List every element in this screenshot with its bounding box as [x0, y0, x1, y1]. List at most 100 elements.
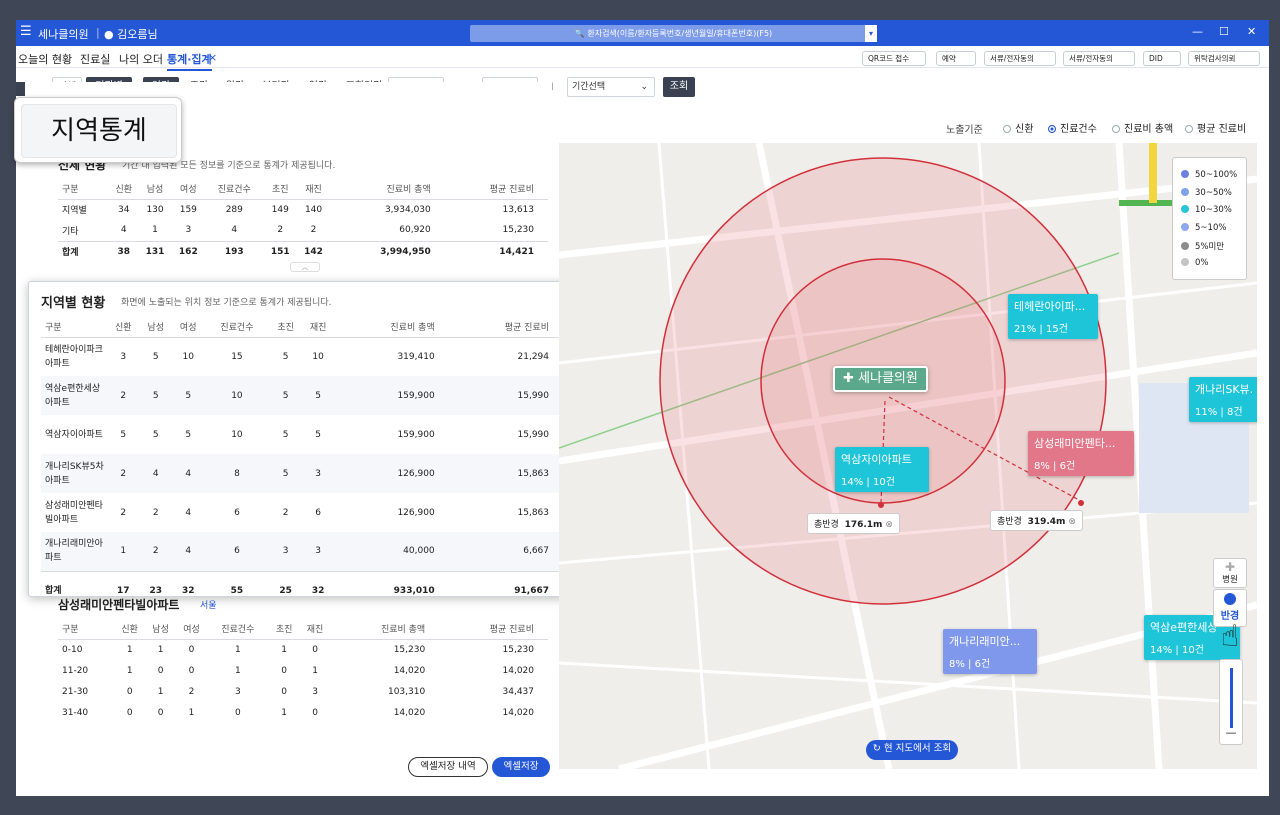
- overall-table: 구분 신환 남성 여성 진료건수 초진 재진 진료비 총액 평균 진료비 지역별 34 130 159 2…: [58, 178, 548, 262]
- table-cell: 2: [310, 225, 317, 236]
- map-view[interactable]: ✚ 세나클의원 테헤란아이파...21% | 15건 개나리SK뷰...11% …: [559, 143, 1257, 769]
- table-cell: 25: [269, 570, 302, 610]
- table-cell: 6,667: [523, 546, 549, 557]
- tag-tehran[interactable]: 테헤란아이파... 21% | 15건: [1008, 294, 1098, 339]
- outsource-test-button[interactable]: 위탁검사의뢰: [1188, 51, 1260, 66]
- table-cell: 5: [315, 390, 322, 401]
- table-cell: 1: [120, 546, 127, 557]
- table-cell: 3: [234, 686, 241, 697]
- table-cell: 91,667: [448, 570, 563, 610]
- patient-search-input[interactable]: 🔍 환자검색(이름/환자등록번호/생년월일/휴대폰번호)(F5) ▾: [470, 25, 877, 42]
- table-cell: 149: [271, 204, 289, 215]
- did-button[interactable]: DID: [1143, 51, 1181, 66]
- table-cell: 2: [282, 507, 289, 518]
- tag-gaenari-raemian[interactable]: 개나리래미안... 8% | 6건: [943, 629, 1037, 674]
- close-icon[interactable]: ⊗: [1068, 517, 1076, 527]
- menu-statistics[interactable]: 통계·집계: [167, 51, 212, 71]
- close-icon[interactable]: ⊗: [885, 520, 893, 530]
- table-cell: 10: [312, 351, 324, 362]
- column-header: 신환: [114, 618, 146, 640]
- sum-row: 합계 38 131 162 193 151 142 3,994,950 14,421: [58, 240, 548, 262]
- table-cell: 5: [282, 468, 289, 479]
- table-cell: 2: [152, 546, 159, 557]
- plus-icon: ✚: [843, 371, 854, 386]
- table-cell: 4: [185, 468, 192, 479]
- column-header: 남성: [138, 178, 172, 200]
- table-row: 개나리SK뷰5차아파트 2 4 4 8 5 3 126,900 15,863: [41, 454, 563, 493]
- radio-icon: [1003, 125, 1011, 133]
- table-cell: 1: [126, 644, 133, 655]
- search-button[interactable]: 조회: [663, 77, 695, 97]
- table-cell: 13,613: [502, 204, 535, 215]
- search-current-map-button[interactable]: ↻ 현 지도에서 조회: [866, 740, 958, 760]
- tag-samsung-raemian[interactable]: 삼성래미안펜타... 8% | 6건: [1028, 431, 1134, 476]
- maximize-button[interactable]: ☐: [1219, 25, 1229, 38]
- user-name[interactable]: ● 김오름님: [104, 26, 158, 42]
- collapse-icon[interactable]: ︿: [290, 262, 320, 272]
- menu-my-order[interactable]: 나의 오더: [119, 51, 163, 67]
- qr-checkin-button[interactable]: QR코드 접수: [862, 51, 926, 66]
- menu-today[interactable]: 오늘의 현황: [18, 51, 72, 67]
- table-cell: 142: [296, 240, 331, 262]
- legend-item: 50~100%: [1181, 170, 1237, 180]
- radio-new[interactable]: 신환: [1003, 120, 1033, 135]
- table-cell: 5: [282, 390, 289, 401]
- chevron-down-icon[interactable]: ▾: [865, 25, 877, 42]
- table-cell: 0: [157, 707, 164, 718]
- tag-yeoksam-xi[interactable]: 역삼자이아파트 14% | 10건: [835, 447, 929, 492]
- hospital-control-button[interactable]: ✚ 병원: [1213, 558, 1247, 588]
- zoom-slider[interactable]: —: [1219, 659, 1243, 745]
- column-header: 진료건수: [204, 316, 270, 338]
- zoom-out-button[interactable]: —: [1220, 726, 1242, 739]
- close-button[interactable]: ✕: [1247, 25, 1256, 38]
- table-row: 0-10 1 1 0 1 1 0 15,230 15,230: [58, 639, 548, 660]
- table-cell: 0: [126, 707, 133, 718]
- table-cell: 3: [315, 546, 322, 557]
- reservation-button[interactable]: 예약: [936, 51, 976, 66]
- menu-clinic[interactable]: 진료실: [80, 51, 110, 67]
- table-cell: 32: [171, 570, 205, 610]
- table-cell: 2: [188, 686, 195, 697]
- radio-avg-fee[interactable]: 평균 진료비: [1185, 120, 1246, 135]
- region-table: 구분 신환 남성 여성 진료건수 초진 재진 진료비 총액 평균 진료비 테헤란아이파크아파트 3 5…: [41, 316, 563, 610]
- table-cell: 1: [234, 665, 241, 676]
- table-cell: 1: [312, 665, 318, 676]
- region-desc: 화면에 노출되는 위치 정보 기준으로 통계가 제공됩니다.: [121, 298, 332, 308]
- excel-history-button[interactable]: 엑셀저장 내역: [408, 757, 488, 777]
- documents-button[interactable]: 서류/전자동의: [984, 51, 1056, 66]
- minimize-button[interactable]: —: [1192, 25, 1203, 38]
- table-cell: 193: [204, 240, 264, 262]
- table-cell: 15,230: [393, 644, 426, 655]
- excel-save-button[interactable]: 엑셀저장: [492, 757, 550, 777]
- table-cell: 3: [312, 686, 318, 697]
- table-row: 역삼자이아파트 5 5 5 10 5 5 159,900 15,990: [41, 415, 563, 454]
- documents-button-2[interactable]: 서류/전자동의: [1063, 51, 1135, 66]
- table-cell: 5: [185, 429, 192, 440]
- table-cell: 5: [282, 351, 289, 362]
- menu-icon[interactable]: ☰: [20, 24, 32, 39]
- table-cell: 기타: [62, 226, 79, 237]
- table-cell: 126,900: [397, 507, 435, 518]
- table-cell: 3: [120, 351, 127, 362]
- table-cell: 17: [107, 570, 140, 610]
- tab-close-icon[interactable]: ×: [208, 51, 217, 64]
- clinic-marker[interactable]: ✚ 세나클의원: [833, 366, 928, 392]
- table-cell: 159: [179, 204, 197, 215]
- table-row: 기타 4 1 3 4 2 2 60,920 15,230: [58, 220, 548, 241]
- radio-total-fee[interactable]: 진료비 총액: [1112, 120, 1173, 135]
- table-cell: 역삼자이아파트: [45, 429, 103, 440]
- table-cell: 1: [281, 644, 288, 655]
- table-cell: 4: [185, 546, 192, 557]
- column-header: 진료건수: [204, 178, 264, 200]
- column-header: 신환: [109, 178, 139, 200]
- table-cell: 162: [171, 240, 205, 262]
- table-cell: 14,020: [502, 665, 535, 676]
- radio-visits[interactable]: 진료건수: [1048, 120, 1097, 135]
- title-bar: ☰ 세나클의원 | ● 김오름님 🔍 환자검색(이름/환자등록번호/생년월일/휴…: [16, 20, 1269, 46]
- legend-dot-icon: [1181, 187, 1189, 196]
- table-cell: 지역별: [62, 206, 87, 217]
- side-toggle[interactable]: [16, 82, 25, 96]
- tag-gaenari-sk[interactable]: 개나리SK뷰...11% | 8건: [1189, 377, 1257, 422]
- period-select[interactable]: 기간선택 ⌄: [567, 77, 655, 97]
- table-cell: 0: [312, 707, 318, 718]
